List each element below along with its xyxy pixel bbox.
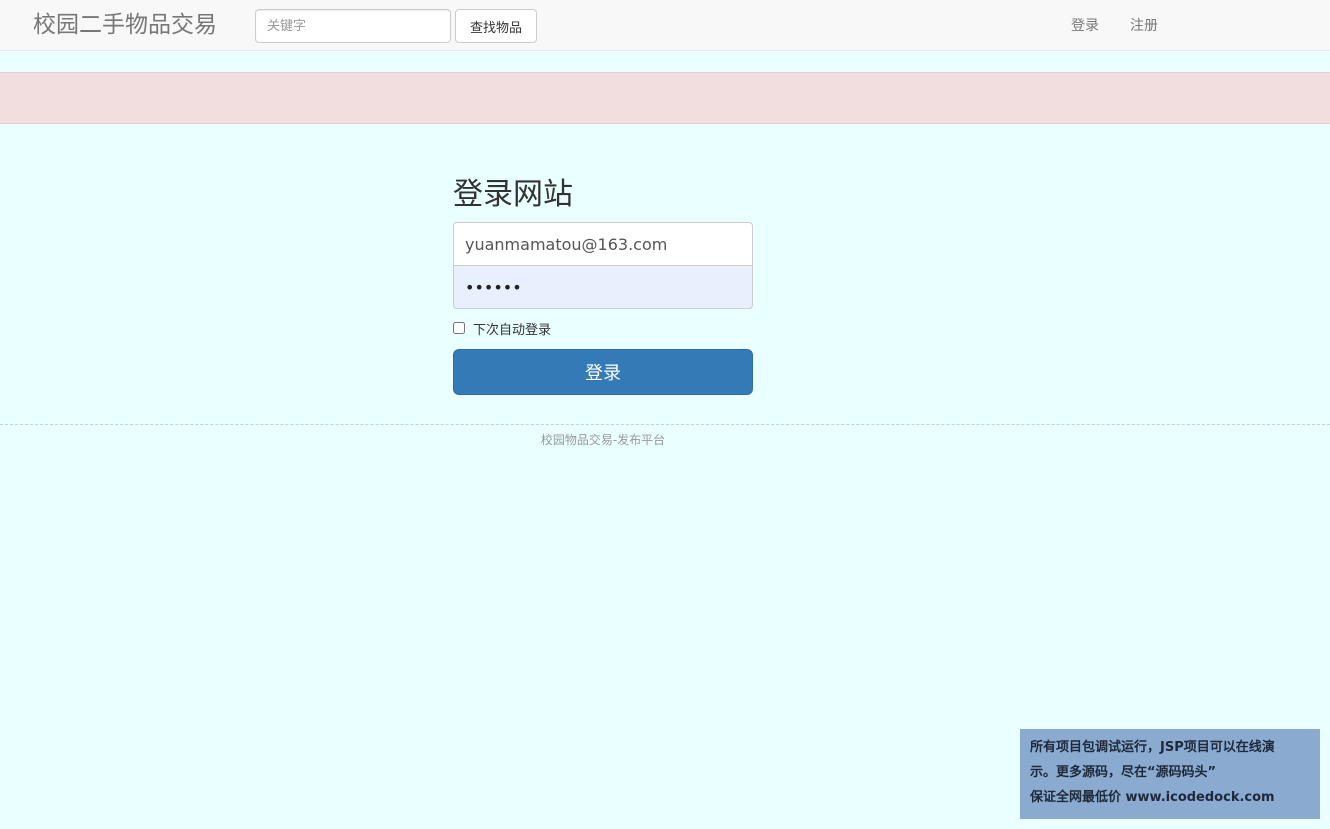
search-button[interactable]: 查找物品	[455, 9, 537, 43]
top-navbar: 校园二手物品交易 查找物品 登录 注册	[0, 0, 1330, 51]
login-submit-button[interactable]: 登录	[453, 349, 753, 395]
remember-me-label[interactable]: 下次自动登录	[473, 319, 551, 338]
login-heading: 登录网站	[453, 177, 573, 212]
site-brand[interactable]: 校园二手物品交易	[33, 10, 217, 40]
email-field[interactable]	[453, 222, 753, 266]
password-field[interactable]	[453, 265, 753, 309]
alert-banner	[0, 72, 1330, 124]
watermark-line-2: 示。更多源码，尽在“源码码头”	[1030, 765, 1217, 780]
remember-me-checkbox[interactable]	[453, 322, 465, 334]
watermark-line-1: 所有项目包调试运行，JSP项目可以在线演	[1030, 740, 1275, 755]
watermark-line-3: 保证全网最低价 www.icodedock.com	[1030, 790, 1275, 805]
remember-me-row: 下次自动登录	[453, 318, 551, 338]
nav-register-link[interactable]: 注册	[1130, 16, 1158, 36]
nav-login-link[interactable]: 登录	[1071, 16, 1099, 36]
footer-text: 校园物品交易-发布平台	[540, 433, 666, 447]
promo-watermark: 所有项目包调试运行，JSP项目可以在线演 示。更多源码，尽在“源码码头” 保证全…	[1020, 729, 1320, 819]
search-input[interactable]	[255, 9, 451, 43]
footer-divider	[0, 424, 1330, 425]
